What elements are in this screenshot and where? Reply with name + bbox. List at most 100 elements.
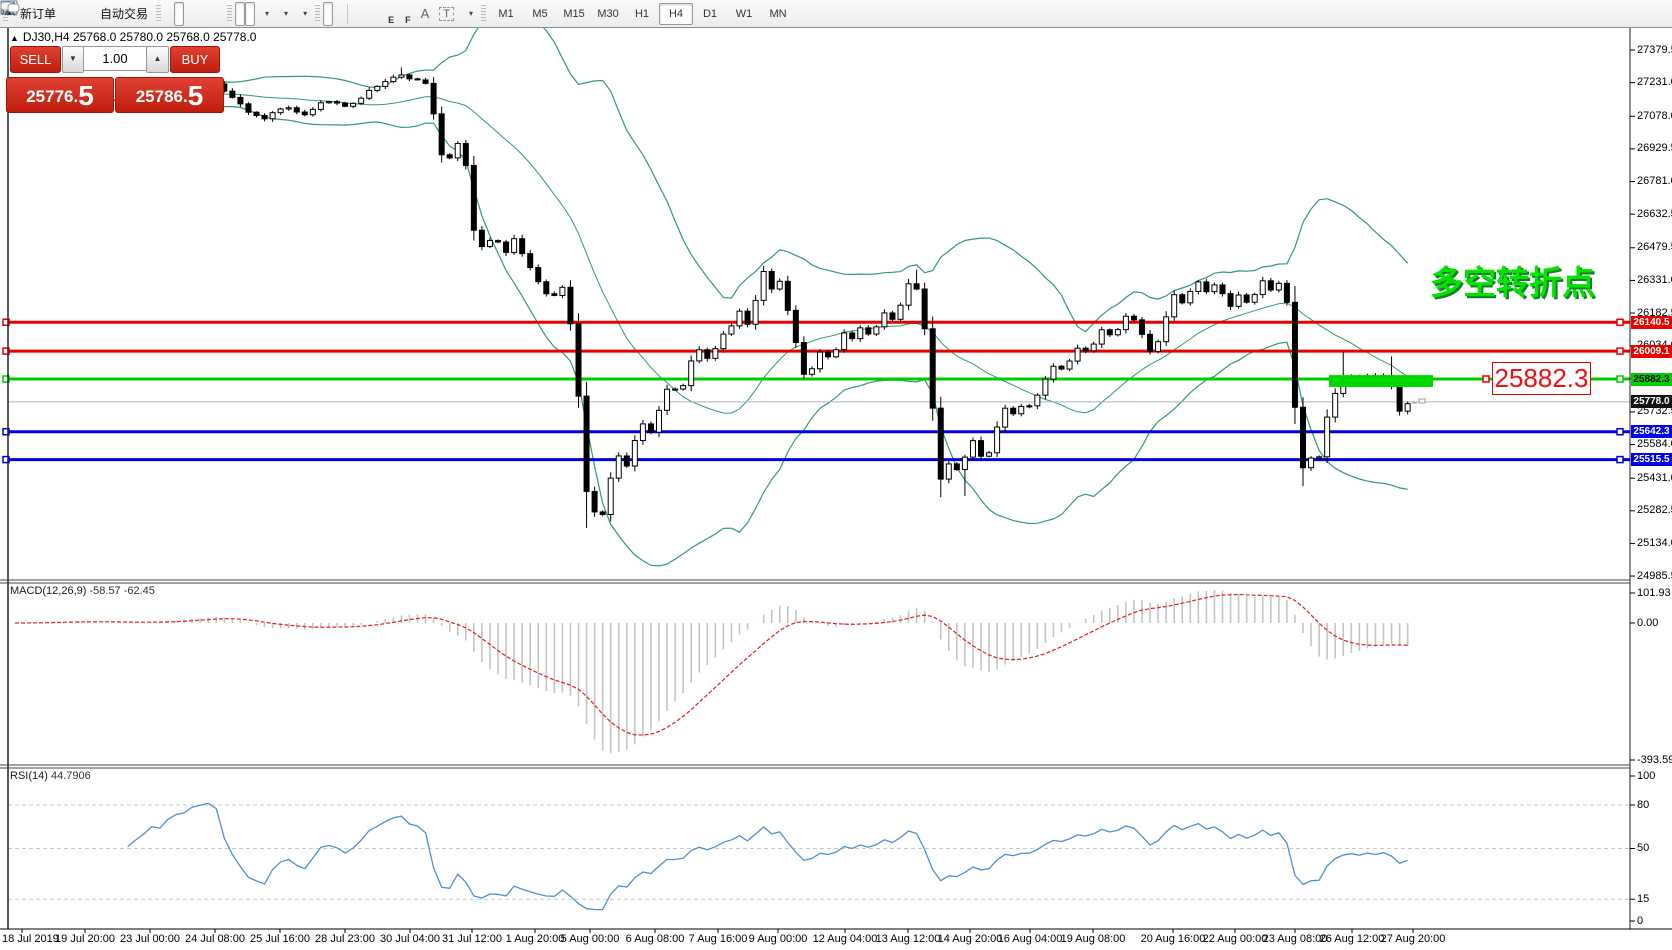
toolbar: 新订单 自动交易 (0, 0, 1672, 28)
shapes-tool-button[interactable]: ▾ (459, 2, 478, 26)
sell-price-frac: 5 (78, 80, 94, 112)
time-axis-label: 27 Aug 20:00 (1381, 933, 1446, 945)
search-button[interactable] (1644, 2, 1654, 26)
text-tool-icon: A (421, 6, 430, 21)
toolbar-separator (347, 4, 348, 24)
sell-price-main: 25776 (26, 82, 73, 112)
time-axis-label: 30 Jul 04:00 (380, 933, 440, 945)
toolbar-grip (156, 5, 161, 23)
auto-scroll-button[interactable] (235, 2, 245, 26)
price-line-badge: 26009.1 (1631, 345, 1672, 358)
channel-letter: E (388, 15, 394, 25)
price-tick-label: 26929.5 (1637, 142, 1672, 154)
timeframe-d1[interactable]: D1 (693, 3, 727, 25)
dropdown-caret-icon: ▾ (469, 9, 473, 18)
rsi-axis-label: 0 (1637, 915, 1643, 927)
fibonacci-letter: F (405, 15, 411, 25)
time-axis-label: 16 Aug 04:00 (998, 933, 1063, 945)
highlight-rectangle[interactable] (1329, 375, 1433, 387)
timeframe-h1[interactable]: H1 (625, 3, 659, 25)
time-axis-label: 6 Aug 08:00 (626, 933, 685, 945)
turning-point-annotation[interactable]: 多空转折点 (1430, 256, 1595, 304)
cursor-button[interactable] (323, 2, 333, 26)
crosshair-button[interactable] (333, 2, 343, 26)
one-click-trading-panel: SELL ▼ 1.00 ▲ BUY 25776.5 25786.5 (6, 44, 222, 114)
timeframe-m1[interactable]: M1 (489, 3, 523, 25)
signals-button[interactable] (81, 2, 91, 26)
chart-canvas[interactable] (0, 0, 1672, 950)
time-axis-label: 20 Aug 16:00 (1141, 933, 1206, 945)
price-tick-label: 25584.0 (1637, 438, 1672, 450)
time-axis-label: 24 Jul 08:00 (185, 933, 245, 945)
fibonacci-tool-button[interactable]: F (399, 2, 416, 26)
toolbar-grip (481, 5, 486, 23)
volume-input[interactable]: 1.00 (83, 46, 147, 71)
text-tool-button[interactable]: A (416, 2, 435, 26)
bar-chart-button[interactable] (164, 2, 174, 26)
zoom-in-button[interactable] (194, 2, 204, 26)
buy-price-main: 25786 (136, 82, 183, 112)
timeframe-w1[interactable]: W1 (727, 3, 761, 25)
time-axis-label: 23 Jul 00:00 (120, 933, 180, 945)
price-callout-label[interactable]: 25882.3 (1492, 362, 1591, 395)
trendline-tool-button[interactable] (372, 2, 382, 26)
hline-tool-button[interactable] (362, 2, 372, 26)
dropdown-caret-icon: ▾ (284, 9, 288, 18)
time-axis-label: 22 Aug 00:00 (1203, 933, 1268, 945)
auto-trading-button[interactable]: 自动交易 (91, 2, 153, 26)
panel-collapse-icon[interactable]: ▲ (10, 33, 19, 43)
period-button[interactable]: ▾ (274, 2, 293, 26)
label-tool-button[interactable]: T (434, 2, 459, 26)
profile-button[interactable] (71, 2, 81, 26)
timeframe-m5[interactable]: M5 (523, 3, 557, 25)
time-axis-label: 25 Jul 16:00 (250, 933, 310, 945)
channel-tool-button[interactable]: E (382, 2, 399, 26)
timeframe-h4[interactable]: H4 (659, 3, 693, 25)
market-watch-button[interactable] (61, 2, 71, 26)
buy-button[interactable]: BUY (170, 46, 220, 73)
price-tick-label: 25282.5 (1637, 504, 1672, 516)
timeframe-mn[interactable]: MN (761, 3, 795, 25)
line-chart-button[interactable] (184, 2, 194, 26)
price-line-badge: 25882.3 (1631, 373, 1672, 386)
time-axis-label: 5 Aug 00:00 (561, 933, 620, 945)
price-tick-label: 26331.0 (1637, 274, 1672, 286)
chart-shift-button[interactable] (245, 2, 255, 26)
tile-windows-button[interactable] (214, 2, 224, 26)
indicators-button[interactable]: ▾ (293, 2, 312, 26)
vline-tool-button[interactable] (352, 2, 362, 26)
time-axis-label: 13 Aug 12:00 (876, 933, 941, 945)
timeframe-m30[interactable]: M30 (591, 3, 625, 25)
time-axis-label: 23 Aug 08:00 (1263, 933, 1328, 945)
time-axis-label: 12 Aug 04:00 (813, 933, 878, 945)
rsi-axis-label: 50 (1637, 842, 1649, 854)
price-tick-label: 26479.5 (1637, 241, 1672, 253)
time-axis-label: 7 Aug 16:00 (689, 933, 748, 945)
zoom-out-button[interactable] (204, 2, 214, 26)
chart-ohlc-title: ▲DJ30,H4 25768.0 25780.0 25768.0 25778.0 (10, 30, 256, 44)
current-price-badge: 25778.0 (1631, 395, 1672, 408)
price-line-badge: 26140.5 (1631, 316, 1672, 329)
toolbar-grip (315, 5, 320, 23)
price-line-badge: 25515.5 (1631, 453, 1672, 466)
time-axis-label: 18 Jul 2019 (2, 933, 59, 945)
chat-button[interactable] (1654, 2, 1664, 26)
dropdown-caret-icon: ▾ (265, 9, 269, 18)
price-line-badge: 25642.3 (1631, 425, 1672, 438)
time-axis-label: 1 Aug 20:00 (506, 933, 565, 945)
volume-decrease-button[interactable]: ▼ (62, 46, 84, 73)
time-axis-label: 14 Aug 20:00 (938, 933, 1003, 945)
volume-increase-button[interactable]: ▲ (146, 46, 169, 73)
sell-button[interactable]: SELL (10, 46, 61, 73)
timeframe-m15[interactable]: M15 (557, 3, 591, 25)
sell-price-button[interactable]: 25776.5 (6, 77, 114, 113)
buy-price-button[interactable]: 25786.5 (115, 77, 224, 113)
candlestick-button[interactable] (174, 2, 184, 26)
price-tick-label: 27078.0 (1637, 110, 1672, 122)
time-axis-label: 31 Jul 12:00 (442, 933, 502, 945)
timeframe-group: M1M5M15M30H1H4D1W1MN (489, 3, 795, 25)
price-tick-label: 26781.0 (1637, 175, 1672, 187)
new-chart-button[interactable]: ▾ (255, 2, 274, 26)
new-order-label: 新订单 (20, 5, 56, 22)
price-tick-label: 25431.0 (1637, 472, 1672, 484)
